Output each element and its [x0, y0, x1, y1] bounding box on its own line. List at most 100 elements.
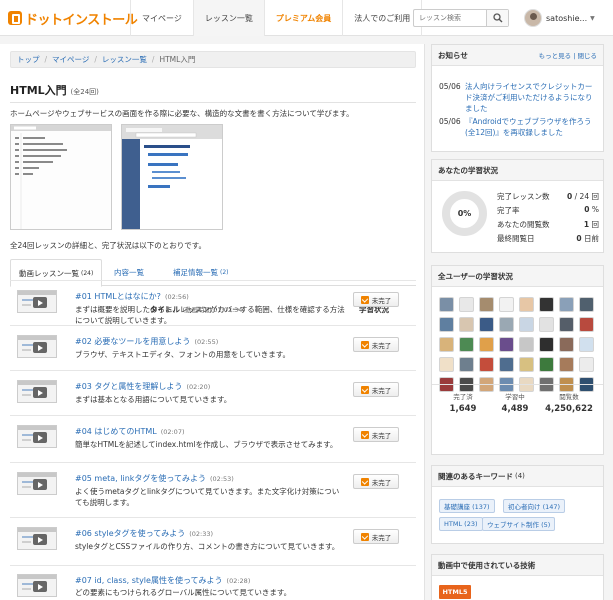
- lesson-row: #07 id, class, style属性を使ってみよう (02:28) どの要素…: [10, 565, 416, 600]
- search-icon: [493, 13, 503, 23]
- user-avatar[interactable]: [539, 297, 554, 312]
- all-users-totals: 完了済 1,649 学習中 4,489 閲覧数 4,250,622: [432, 384, 603, 419]
- lesson-title[interactable]: #02 必要なツールを用意しよう (02:55): [75, 336, 218, 347]
- user-avatar[interactable]: [499, 337, 514, 352]
- play-icon: [33, 479, 47, 490]
- lesson-description: まずは概要を説明したのちに、レッスンがカバーする範囲、仕様を確認する方法について…: [75, 305, 345, 325]
- user-name: satoshie...: [546, 13, 588, 23]
- check-icon: [360, 385, 369, 394]
- tech-panel: 動画中で使用されている技術 HTML5: [431, 554, 604, 600]
- lesson-row: #02 必要なツールを用意しよう (02:55) ブラウザ、テキストエディタ、フォン…: [10, 325, 416, 370]
- user-avatar[interactable]: [439, 357, 454, 372]
- nav-mypage[interactable]: マイページ: [130, 0, 194, 36]
- lesson-row: #05 meta, linkタグを使ってみよう (02:53) よく使うmetaタグ…: [10, 462, 416, 517]
- search-input[interactable]: [414, 10, 484, 26]
- user-avatar[interactable]: [459, 337, 474, 352]
- user-avatar[interactable]: [459, 357, 474, 372]
- lesson-thumbnail[interactable]: [17, 425, 57, 448]
- notices-heading: お知らせ もっと見る | 閉じる: [432, 45, 603, 66]
- play-icon: [33, 387, 47, 398]
- search-button[interactable]: [486, 10, 508, 26]
- lesson-row: #01 HTMLとはなにか? (02:56) まずは概要を説明したのちに、レッスンが…: [10, 280, 416, 325]
- stat-last-viewed: 最終閲覧日 0 日前: [497, 234, 599, 243]
- user-menu[interactable]: satoshie... ▼: [524, 8, 595, 28]
- user-avatar[interactable]: [539, 317, 554, 332]
- nav-business[interactable]: 法人でのご利用: [343, 0, 423, 36]
- breadcrumb-lessons[interactable]: レッスン一覧: [102, 54, 147, 65]
- user-avatar[interactable]: [479, 337, 494, 352]
- user-avatar[interactable]: [579, 297, 594, 312]
- breadcrumb-current: HTML入門: [159, 55, 196, 64]
- breadcrumb-top[interactable]: トップ: [17, 54, 40, 65]
- all-users-heading: 全ユーザーの学習状況: [432, 266, 603, 287]
- lesson-thumbnail[interactable]: [17, 527, 57, 550]
- course-screenshot-editor[interactable]: [10, 124, 112, 230]
- lesson-description: styleタグとCSSファイルの作り方、コメントの書き方について見ていきます。: [75, 542, 340, 551]
- user-avatar[interactable]: [559, 337, 574, 352]
- site-logo[interactable]: ドットインストール: [8, 9, 138, 28]
- user-avatar[interactable]: [559, 317, 574, 332]
- lesson-title[interactable]: #03 タグと属性を理解しよう (02:20): [75, 381, 210, 392]
- user-avatar[interactable]: [499, 317, 514, 332]
- user-avatar[interactable]: [499, 357, 514, 372]
- nav-premium[interactable]: プレミアム会員: [265, 0, 344, 36]
- user-avatar[interactable]: [579, 317, 594, 332]
- logo-text: ドットインストール: [25, 12, 138, 28]
- lesson-status-button[interactable]: 未完了: [353, 529, 399, 544]
- page-title: HTML入門 (全24回): [10, 82, 99, 98]
- course-screenshot-browser[interactable]: [121, 124, 223, 230]
- lesson-thumbnail[interactable]: [17, 380, 57, 403]
- user-avatar[interactable]: [439, 297, 454, 312]
- user-avatar[interactable]: [539, 357, 554, 372]
- user-avatar[interactable]: [479, 297, 494, 312]
- lesson-thumbnail[interactable]: [17, 472, 57, 495]
- lesson-status-button[interactable]: 未完了: [353, 292, 399, 307]
- notices-links[interactable]: もっと見る | 閉じる: [539, 50, 597, 60]
- lesson-status-button[interactable]: 未完了: [353, 427, 399, 442]
- user-avatar[interactable]: [559, 297, 574, 312]
- keyword-tag[interactable]: 基礎講座 (137): [439, 499, 495, 513]
- breadcrumb: トップ / マイページ / レッスン一覧 / HTML入門: [10, 51, 416, 68]
- user-avatar[interactable]: [519, 357, 534, 372]
- keyword-tag[interactable]: HTML (23): [439, 517, 483, 531]
- user-avatar[interactable]: [459, 317, 474, 332]
- keyword-tag[interactable]: 初心者向け (147): [503, 499, 566, 513]
- user-avatar[interactable]: [519, 337, 534, 352]
- user-avatar[interactable]: [519, 317, 534, 332]
- lesson-thumbnail[interactable]: [17, 290, 57, 313]
- user-avatar[interactable]: [519, 297, 534, 312]
- user-avatar[interactable]: [439, 317, 454, 332]
- lesson-title[interactable]: #06 styleタグを使ってみよう (02:33): [75, 528, 213, 539]
- lesson-summary: 全24回レッスンの詳細と、完了状況は以下のとおりです。: [10, 241, 206, 250]
- user-avatar[interactable]: [499, 297, 514, 312]
- user-avatar[interactable]: [579, 357, 594, 372]
- user-avatar[interactable]: [559, 357, 574, 372]
- lesson-status-button[interactable]: 未完了: [353, 337, 399, 352]
- user-avatar[interactable]: [579, 337, 594, 352]
- keyword-tag[interactable]: ウェブサイト制作 (5): [482, 517, 556, 531]
- keywords-panel: 関連のあるキーワード (4) 基礎講座 (137) 初心者向け (147) HTM…: [431, 465, 604, 544]
- my-progress-heading: あなたの学習状況: [432, 160, 603, 181]
- user-avatar[interactable]: [479, 317, 494, 332]
- check-icon: [360, 295, 369, 304]
- tech-badge-html5[interactable]: HTML5: [439, 585, 471, 599]
- lesson-title[interactable]: #07 id, class, style属性を使ってみよう (02:28): [75, 575, 250, 586]
- user-avatar[interactable]: [479, 357, 494, 372]
- lesson-status-button[interactable]: 未完了: [353, 474, 399, 489]
- lesson-status-button[interactable]: 未完了: [353, 382, 399, 397]
- lesson-description: どの要素にもつけられるグローバル属性について見ていきます。: [75, 588, 292, 597]
- user-avatar[interactable]: [459, 297, 474, 312]
- breadcrumb-mypage[interactable]: マイページ: [52, 54, 89, 65]
- check-icon: [360, 340, 369, 349]
- course-description: ホームページやウェブサービスの画面を作る際に必要な、構造的な文書を書く方法につい…: [10, 102, 416, 119]
- stat-completed-lessons: 完了レッスン数 0 / 24 回: [497, 192, 599, 201]
- lesson-title[interactable]: #04 はじめてのHTML (02:07): [75, 426, 185, 437]
- lesson-thumbnail[interactable]: [17, 574, 57, 597]
- lesson-title[interactable]: #05 meta, linkタグを使ってみよう (02:53): [75, 473, 234, 484]
- lesson-thumbnail[interactable]: [17, 335, 57, 358]
- lesson-title[interactable]: #01 HTMLとはなにか? (02:56): [75, 291, 189, 302]
- user-avatar[interactable]: [439, 337, 454, 352]
- nav-lessons[interactable]: レッスン一覧: [193, 0, 265, 36]
- play-icon: [33, 297, 47, 308]
- user-avatar[interactable]: [539, 337, 554, 352]
